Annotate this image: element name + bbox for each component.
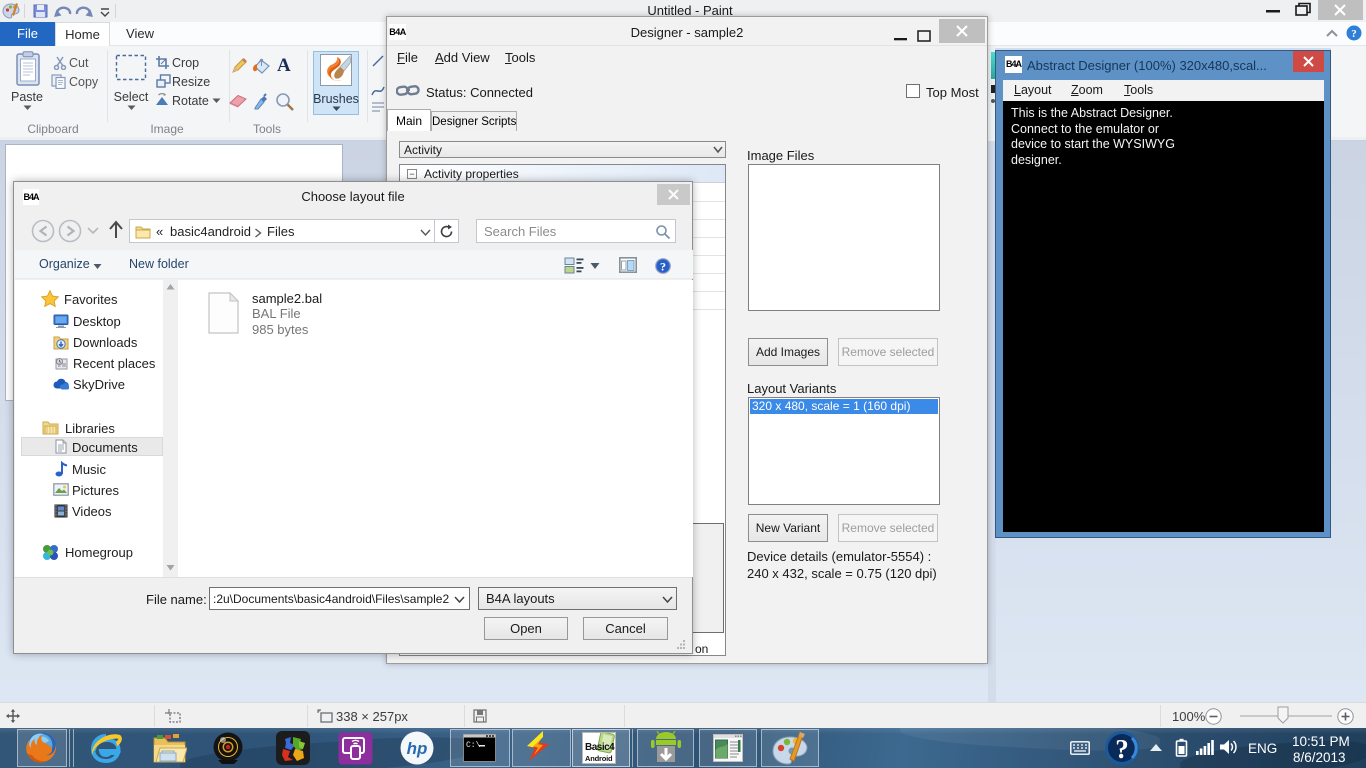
- svg-text:hp: hp: [407, 739, 428, 758]
- svg-text:C:\: C:\: [466, 741, 481, 750]
- svg-text:?: ?: [1351, 28, 1357, 40]
- svg-text:?: ?: [1115, 734, 1129, 764]
- svg-text:?: ?: [660, 260, 666, 274]
